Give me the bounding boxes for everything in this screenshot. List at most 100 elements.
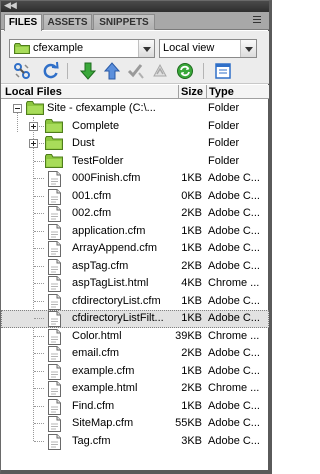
tree-row-file[interactable]: Find.cfm 1KB Adobe C...	[1, 398, 269, 416]
tree-guide-line	[34, 178, 44, 179]
tree-row-folder[interactable]: Dust Folder	[1, 135, 269, 153]
tree-row-file[interactable]: email.cfm 2KB Adobe C...	[1, 345, 269, 363]
refresh-icon[interactable]	[41, 61, 61, 81]
get-files-icon[interactable]	[78, 61, 98, 81]
file-size: 0KB	[181, 189, 202, 202]
connect-icon[interactable]	[12, 61, 32, 81]
expand-tree-icon[interactable]	[29, 139, 38, 148]
tree-guide-line	[34, 370, 44, 372]
file-name: 000Finish.cfm	[72, 172, 141, 184]
tree-row-file[interactable]: SiteMap.cfm 55KB Adobe C...	[1, 415, 269, 433]
panel-title-bar[interactable]: ◀◀	[1, 0, 269, 12]
view-select[interactable]: Local view	[159, 39, 257, 58]
file-type: Chrome ...	[208, 329, 260, 342]
tree-guide-line	[34, 300, 44, 302]
tree-row-file[interactable]: Color.html 39KB Chrome ...	[1, 328, 269, 346]
site-folder-icon	[26, 101, 44, 115]
file-name: example.html	[72, 382, 138, 394]
tree-guide-line	[34, 283, 44, 284]
chevron-down-icon[interactable]	[240, 40, 256, 57]
file-size: 2KB	[181, 207, 202, 219]
file-size: 1KB	[181, 364, 202, 377]
column-header-local-files[interactable]: Local Files	[5, 85, 62, 99]
files-panel: ◀◀ FILES ASSETS SNIPPETS cfexample Local…	[0, 0, 272, 474]
tree-row-folder[interactable]: Complete Folder	[1, 118, 269, 136]
chevron-down-icon[interactable]	[138, 40, 154, 57]
column-header-size[interactable]: Size	[181, 85, 203, 99]
folder-icon	[45, 153, 63, 171]
tree-row-file[interactable]: aspTag.cfm 2KB Adobe C...	[1, 258, 269, 276]
tree-row-folder[interactable]: TestFolder Folder	[1, 153, 269, 171]
file-name: aspTag.cfm	[72, 259, 129, 272]
file-name: cfdirectoryListFilt...	[72, 312, 164, 324]
file-name: cfdirectoryList.cfm	[72, 294, 161, 307]
view-select-value: Local view	[163, 42, 215, 54]
tree-row-file[interactable]: aspTagList.html 4KB Chrome ...	[1, 275, 269, 293]
collapse-panel-icon[interactable]: ◀◀	[4, 0, 17, 11]
tree-guide-line	[34, 440, 44, 442]
tree-guide-line	[34, 388, 44, 389]
file-size: 2KB	[181, 347, 202, 359]
site-folder-icon	[14, 43, 30, 54]
file-type: Adobe C...	[208, 434, 260, 447]
file-icon	[47, 433, 62, 453]
tab-files[interactable]: FILES	[4, 14, 42, 31]
file-type: Chrome ...	[208, 382, 260, 394]
file-type: Adobe C...	[208, 207, 260, 219]
put-files-icon[interactable]	[102, 61, 122, 81]
tree-guide-line	[34, 195, 44, 197]
tree-row-file[interactable]: 002.cfm 2KB Adobe C...	[1, 205, 269, 223]
tree-row-root[interactable]: Site - cfexample (C:\... Folder	[1, 100, 269, 118]
site-view-toolbar: cfexample Local view	[1, 31, 269, 59]
collapse-tree-icon[interactable]	[13, 104, 22, 113]
file-type: Adobe C...	[208, 347, 260, 359]
tab-assets[interactable]: ASSETS	[43, 14, 92, 30]
check-in-icon[interactable]	[150, 61, 170, 81]
panel-options-menu-icon[interactable]	[251, 14, 263, 26]
tree-row-file[interactable]: Tag.cfm 3KB Adobe C...	[1, 433, 269, 451]
tab-snippets[interactable]: SNIPPETS	[93, 14, 155, 30]
tree-row-file[interactable]: 000Finish.cfm 1KB Adobe C...	[1, 170, 269, 188]
expand-tree-icon[interactable]	[29, 121, 38, 131]
panel-tab-bar: FILES ASSETS SNIPPETS	[1, 12, 269, 31]
file-size: 2KB	[181, 259, 202, 272]
site-select-value: cfexample	[33, 42, 84, 54]
file-type: Adobe C...	[208, 312, 260, 324]
tree-row-file[interactable]: cfdirectoryList.cfm 1KB Adobe C...	[1, 293, 269, 311]
file-type: Adobe C...	[208, 294, 260, 307]
tree-guide-line	[34, 248, 44, 249]
folder-icon	[45, 136, 63, 153]
tree-label: TestFolder	[72, 154, 124, 167]
tree-guide-line	[34, 423, 44, 424]
column-divider[interactable]	[206, 85, 207, 99]
tree-type: Folder	[208, 154, 240, 167]
check-out-icon[interactable]	[126, 61, 146, 81]
column-divider[interactable]	[178, 85, 179, 99]
synchronize-icon[interactable]	[175, 61, 195, 81]
tree-row-file[interactable]: 001.cfm 0KB Adobe C...	[1, 188, 269, 206]
expand-panel-icon[interactable]	[213, 61, 233, 81]
tree-row-file[interactable]: cfdirectoryListFilt... 1KB Adobe C...	[1, 310, 269, 328]
file-size: 3KB	[181, 434, 202, 447]
file-name: ArrayAppend.cfm	[72, 242, 157, 254]
tree-row-file[interactable]: example.html 2KB Chrome ...	[1, 380, 269, 398]
file-size: 1KB	[181, 224, 202, 237]
file-size: 1KB	[181, 399, 202, 412]
folder-icon	[45, 118, 63, 136]
file-name: SiteMap.cfm	[72, 417, 134, 429]
tree-type: Folder	[208, 102, 240, 114]
column-header-type[interactable]: Type	[209, 85, 234, 99]
tree-row-file[interactable]: application.cfm 1KB Adobe C...	[1, 223, 269, 241]
tree-row-file[interactable]: ArrayAppend.cfm 1KB Adobe C...	[1, 240, 269, 258]
file-name: Color.html	[72, 329, 122, 342]
file-type: Adobe C...	[208, 259, 260, 272]
file-type: Adobe C...	[208, 364, 260, 377]
file-type: Adobe C...	[208, 399, 260, 412]
file-name: Tag.cfm	[72, 434, 111, 447]
tree-row-file[interactable]: example.cfm 1KB Adobe C...	[1, 363, 269, 381]
file-size: 39KB	[175, 329, 202, 342]
tree-guide-line	[34, 335, 44, 337]
site-select[interactable]: cfexample	[9, 39, 155, 58]
file-size: 4KB	[181, 277, 202, 289]
tree-guide-line	[34, 405, 44, 407]
